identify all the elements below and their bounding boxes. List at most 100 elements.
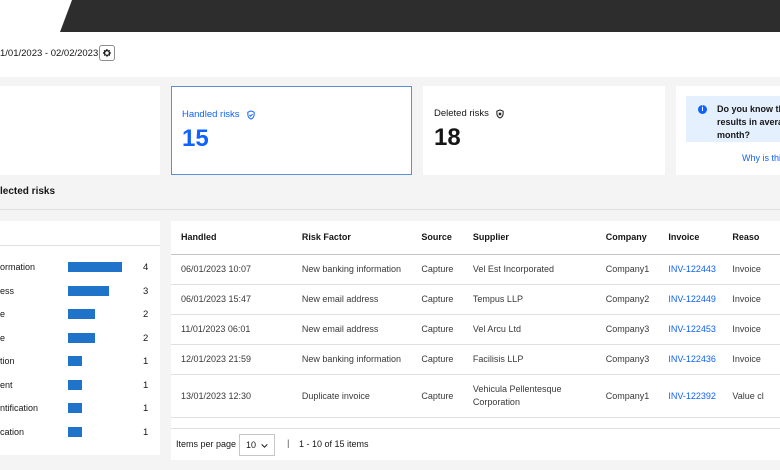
tip-notification: i Do you know th results in avera month? [686, 96, 780, 142]
items-per-page-select[interactable]: 10 [239, 434, 275, 456]
cell-handled: 06/01/2023 10:07 [171, 254, 292, 285]
risk-factor-count: 4 [143, 262, 149, 273]
cell-source: Capture [411, 254, 463, 285]
risk-factor-label: e [0, 309, 6, 319]
risk-factor-row[interactable]: e2 [0, 307, 160, 323]
tip-text: Do you know th results in avera month? [717, 103, 780, 142]
cell-company: Company3 [595, 344, 659, 375]
settings-button[interactable] [99, 45, 115, 61]
risks-table: Handled Risk Factor Source Supplier Comp… [171, 221, 780, 418]
section-divider [0, 209, 780, 210]
shield-x-icon [496, 108, 504, 119]
column-header-company[interactable]: Company [595, 221, 659, 255]
cell-source: Capture [411, 344, 463, 375]
info-icon: i [698, 105, 707, 114]
cell-reason: Invoice [722, 254, 780, 285]
column-header-risk-factor[interactable]: Risk Factor [291, 221, 412, 255]
risk-factor-row[interactable]: tion 1 [0, 354, 160, 370]
cell-invoice-link[interactable]: INV-122449 [658, 284, 723, 315]
column-header-handled[interactable]: Handled [171, 221, 292, 255]
risk-factor-row[interactable]: ess 3 [0, 284, 160, 300]
pager-range-text: 1 - 10 of 15 items [299, 439, 369, 449]
table-row[interactable]: 13/01/2023 12:30 Duplicate invoice Captu… [171, 374, 780, 418]
handled-risks-label: Handled risks [182, 109, 240, 120]
tip-text-line-2: results in avera [717, 117, 780, 127]
deleted-risks-label: Deleted risks [434, 108, 489, 119]
risk-factor-row[interactable]: ntification 1 [0, 401, 160, 417]
risk-factor-bar [68, 426, 82, 437]
table-header-row: Handled Risk Factor Source Supplier Comp… [171, 221, 780, 255]
risk-factor-bar [68, 309, 95, 319]
top-bar [0, 0, 780, 32]
risk-factor-count: 1 [143, 356, 149, 367]
handled-risks-label-group: Handled risks [182, 109, 256, 120]
risk-factor-count: 2 [143, 332, 149, 344]
risk-factor-label: ent [0, 379, 13, 390]
risk-factors-header-divider [0, 245, 160, 246]
tip-text-line-3: month? [717, 130, 750, 140]
cell-company: Company1 [595, 374, 659, 418]
risk-factor-bar [68, 356, 82, 366]
risk-factor-row[interactable]: cation 1 [0, 425, 160, 441]
cell-invoice-link[interactable]: INV-122443 [658, 254, 723, 285]
column-header-source[interactable]: Source [411, 221, 463, 255]
column-header-invoice[interactable]: Invoice [658, 221, 723, 255]
risks-table-container: Handled Risk Factor Source Supplier Comp… [171, 221, 780, 460]
risk-summary-card[interactable] [0, 86, 160, 175]
table-row[interactable]: 12/01/2023 21:59 New banking information… [171, 344, 780, 375]
handled-risks-count: 15 [182, 125, 209, 152]
risk-factors-panel: ormation 4 ess 3 e 2 e 2 tion 1 ent 1 ntification 1 ca… [0, 221, 160, 455]
risk-factor-row[interactable]: ormation 4 [0, 260, 160, 276]
cell-reason: Invoice [722, 284, 780, 315]
risk-factor-label: ntification [0, 403, 39, 413]
cell-source: Capture [411, 374, 463, 418]
risk-factor-label: ess [0, 285, 15, 296]
risk-factor-count: 2 [143, 309, 149, 320]
shield-check-icon [246, 109, 255, 120]
cell-reason: Invoice [722, 344, 780, 375]
cell-risk-factor: New banking information [291, 344, 412, 375]
cell-invoice-link[interactable]: INV-122392 [658, 374, 723, 418]
deleted-risks-card[interactable]: Deleted risks 18 [423, 86, 665, 175]
cell-company: Company1 [595, 254, 659, 285]
column-header-supplier[interactable]: Supplier [462, 221, 596, 255]
gear-icon [103, 49, 111, 57]
risk-factor-label: ormation [0, 262, 36, 272]
risk-factor-bar [68, 332, 95, 343]
cell-risk-factor: Duplicate invoice [291, 374, 412, 418]
filter-bar [0, 32, 780, 77]
section-title: lected risks [0, 186, 56, 197]
risk-factor-count: 3 [143, 285, 149, 297]
table-row[interactable]: 06/01/2023 15:47 New email address Captu… [171, 284, 780, 315]
cell-reason: Invoice [722, 314, 780, 345]
risk-factor-row[interactable]: ent 1 [0, 378, 160, 394]
table-row[interactable]: 11/01/2023 06:01 New email address Captu… [171, 314, 780, 345]
cell-invoice-link[interactable]: INV-122436 [658, 344, 723, 375]
handled-risks-card[interactable]: Handled risks 15 [171, 86, 412, 175]
cell-source: Capture [411, 284, 463, 315]
column-header-reason[interactable]: Reaso [722, 221, 780, 255]
tip-card: i Do you know th results in avera month?… [676, 86, 780, 175]
cell-risk-factor: New email address [291, 284, 412, 315]
risk-factor-count: 1 [143, 403, 149, 414]
risk-factor-label: cation [0, 426, 25, 437]
cell-supplier: Tempus LLP [462, 284, 596, 315]
cell-invoice-link[interactable]: INV-122453 [658, 314, 723, 345]
cell-supplier: Vel Est Incorporated [462, 254, 596, 285]
deleted-risks-label-group: Deleted risks [434, 108, 505, 119]
items-per-page-value: 10 [246, 440, 257, 450]
cell-company: Company2 [595, 284, 659, 315]
risk-factor-label: e [0, 332, 6, 343]
cell-handled: 06/01/2023 15:47 [171, 284, 292, 315]
chevron-down-icon [261, 444, 268, 448]
why-is-this-link[interactable]: Why is this [742, 153, 780, 163]
cell-handled: 11/01/2023 06:01 [171, 314, 292, 345]
risk-factor-row[interactable]: e2 [0, 331, 160, 347]
cell-source: Capture [411, 314, 463, 345]
risk-factor-bar [68, 403, 82, 413]
date-range-picker[interactable]: 1/01/2023 - 02/02/2023 [0, 48, 98, 59]
cell-handled: 13/01/2023 12:30 [171, 374, 292, 418]
cell-supplier: Facilisis LLP [462, 344, 596, 375]
table-row[interactable]: 06/01/2023 10:07 New banking information… [171, 254, 780, 285]
cell-risk-factor: New banking information [291, 254, 412, 285]
